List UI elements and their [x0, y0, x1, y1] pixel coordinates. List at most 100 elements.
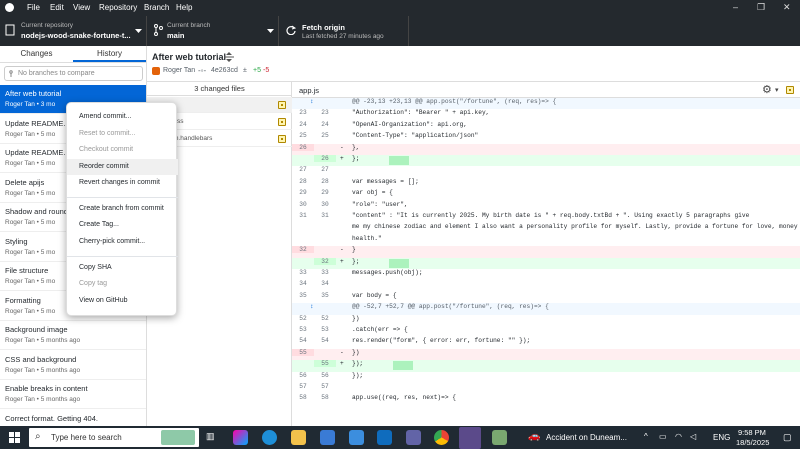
menu-repository[interactable]: Repository [99, 3, 137, 12]
commit-meta: Roger Tan • 5 mo [5, 248, 56, 256]
new-line-number: 56 [321, 371, 329, 379]
clock-date[interactable]: 18/5/2025 [736, 438, 769, 447]
divider [0, 62, 146, 63]
commit-meta: Roger Tan • 5 months ago [5, 396, 81, 403]
teams-icon[interactable] [406, 430, 421, 445]
commit-list-item[interactable]: CSS and background Roger Tan • 5 months a… [0, 351, 146, 380]
branch-compare-input[interactable]: No branches to compare [4, 66, 143, 81]
menu-item-copy-sha[interactable]: Copy SHA [79, 264, 112, 271]
menu-item-create-tag[interactable]: Create Tag... [79, 221, 119, 228]
diff-line[interactable]: 32 - } [292, 246, 800, 258]
menu-item-checkout-commit[interactable]: Checkout commit [79, 146, 133, 153]
diff-line[interactable]: 52 52 }) [292, 315, 800, 326]
diff-line[interactable]: 32 + }; [292, 257, 800, 269]
diff-line[interactable]: 35 35 var body = { [292, 292, 800, 303]
diff-line[interactable]: 57 57 [292, 383, 800, 394]
diff-line[interactable]: 26 - }, [292, 143, 800, 155]
changed-files-count: 3 changed files [147, 82, 292, 96]
menu-help[interactable]: Help [176, 3, 192, 12]
diff-line[interactable]: 28 28 var messages = []; [292, 178, 800, 189]
app-icon[interactable] [492, 430, 507, 445]
notification-icon[interactable]: ▢ [783, 432, 792, 443]
store-icon[interactable] [320, 430, 335, 445]
commit-list-item[interactable]: Background image Roger Tan • 5 months ago [0, 321, 146, 350]
commit-sha[interactable]: 4e263cd [211, 67, 238, 74]
menu-item-view-on-github[interactable]: View on GitHub [79, 297, 128, 304]
menu-item-create-branch[interactable]: Create branch from commit [79, 205, 164, 212]
diff-line[interactable]: 58 58 app.use((req, res, next)=> { [292, 394, 800, 405]
expand-hunk-icon[interactable]: ↕ [310, 303, 314, 310]
diff-line[interactable]: 30 30 "role": "user", [292, 201, 800, 212]
copilot-icon[interactable] [233, 430, 248, 445]
volume-icon[interactable]: ◁ [690, 432, 696, 441]
diff-line[interactable]: 27 27 [292, 166, 800, 177]
network-icon[interactable]: ▭ [659, 432, 667, 441]
clock-time[interactable]: 9:58 PM [738, 428, 766, 437]
diff-hunk-header[interactable]: ↕ @@ -23,13 +23,13 @@ app.post("/fortune"… [292, 98, 800, 110]
diff-line[interactable]: 23 23 "Authorization": "Bearer " + api.ke… [292, 109, 800, 120]
new-line-number: 33 [321, 269, 329, 276]
file-explorer-icon[interactable] [291, 430, 306, 445]
diff-line[interactable]: 54 54 res.render("form", { error: err, fo… [292, 337, 800, 348]
menu-view[interactable]: View [73, 3, 90, 12]
menu-branch[interactable]: Branch [144, 3, 169, 12]
news-widget-text[interactable]: Accident on Duneam... [546, 433, 627, 442]
old-line-number: 25 [299, 132, 307, 140]
menu-item-cherry-pick[interactable]: Cherry-pick commit... [79, 238, 145, 245]
diff-line[interactable]: 53 53 .catch(err => { [292, 326, 800, 337]
old-line-number: 28 [299, 177, 307, 185]
expand-icon[interactable] [224, 52, 234, 62]
old-line-number: 53 [299, 326, 307, 333]
new-line-number: 53 [321, 326, 329, 333]
expand-hunk-icon[interactable]: ↕ [310, 98, 314, 105]
menu-item-revert-changes[interactable]: Revert changes in commit [79, 179, 160, 186]
diff-line[interactable]: 55 + }); [292, 360, 800, 372]
menu-item-amend-commit[interactable]: Amend commit... [79, 113, 132, 120]
gear-icon[interactable]: ⚙ [762, 83, 772, 96]
old-line-number: 33 [299, 269, 307, 276]
menu-edit[interactable]: Edit [50, 3, 64, 12]
diff-hunk-header[interactable]: ↕ @@ -52,7 +52,7 @@ app.post("/fortune", … [292, 303, 800, 315]
diff-line[interactable]: 25 25 "Content-Type": "application/json" [292, 132, 800, 143]
diff-filename: app.js [299, 86, 320, 95]
diff-line[interactable]: 56 56}); [292, 372, 800, 383]
menu-item-copy-tag[interactable]: Copy tag [79, 280, 107, 287]
fetch-origin-button[interactable]: Fetch origin Last fetched 27 minutes ago [279, 16, 409, 46]
commit-list-item[interactable]: Correct format. Getting 404.Roger Tan • … [0, 410, 146, 427]
current-branch-button[interactable]: Current branch main [147, 16, 279, 46]
language-indicator[interactable]: ENG [713, 433, 730, 442]
diff-line[interactable]: health." [292, 235, 800, 246]
commit-list-item[interactable]: Enable breaks in content Roger Tan • 5 mo… [0, 380, 146, 409]
tab-history[interactable]: History [73, 46, 146, 62]
tab-changes[interactable]: Changes [0, 46, 73, 62]
maximize-button[interactable]: ❐ [757, 2, 765, 13]
diff-line[interactable]: me my chinese zodiac and element I also … [292, 223, 800, 234]
close-button[interactable]: ✕ [783, 2, 791, 13]
chevron-up-icon[interactable]: ^ [644, 432, 648, 441]
current-repository-button[interactable]: Current repository nodejs-wood-snake-for… [0, 16, 147, 46]
diff-line[interactable]: 55 - }) [292, 348, 800, 361]
menu-item-reorder-commit[interactable]: Reorder commit [79, 163, 129, 170]
diff-line[interactable]: 29 29 var obj = { [292, 189, 800, 200]
menu-item-reset-to-commit[interactable]: Reset to commit... [79, 130, 135, 137]
menu-file[interactable]: File [27, 3, 40, 12]
chevron-down-icon[interactable]: ▾ [775, 86, 779, 94]
chrome-icon[interactable] [434, 430, 449, 445]
diff-line[interactable]: 33 33 messages.push(obj); [292, 269, 800, 280]
repo-icon [5, 24, 15, 36]
diff-line[interactable]: 34 34 [292, 280, 800, 291]
github-desktop-icon[interactable] [459, 427, 481, 449]
taskbar-search-box[interactable]: ⌕ Type here to search [29, 428, 199, 447]
diff-code: var obj = { [352, 189, 393, 197]
task-view-icon[interactable]: ▥ [206, 431, 215, 442]
edge-icon[interactable] [262, 430, 277, 445]
diff-line[interactable]: 26 + }; [292, 155, 800, 167]
diff-line[interactable]: 24 24 "OpenAI-Organization": api.org, [292, 121, 800, 132]
wifi-icon[interactable]: ◠ [675, 432, 682, 441]
diff-line[interactable]: 31 31 "content" : "It is currently 2025. … [292, 212, 800, 223]
minimize-button[interactable]: – [733, 2, 738, 12]
windows-start-icon[interactable] [9, 432, 20, 443]
lines-added: +5 [253, 67, 261, 74]
outlook-icon[interactable] [377, 430, 392, 445]
mail-icon[interactable] [349, 430, 364, 445]
